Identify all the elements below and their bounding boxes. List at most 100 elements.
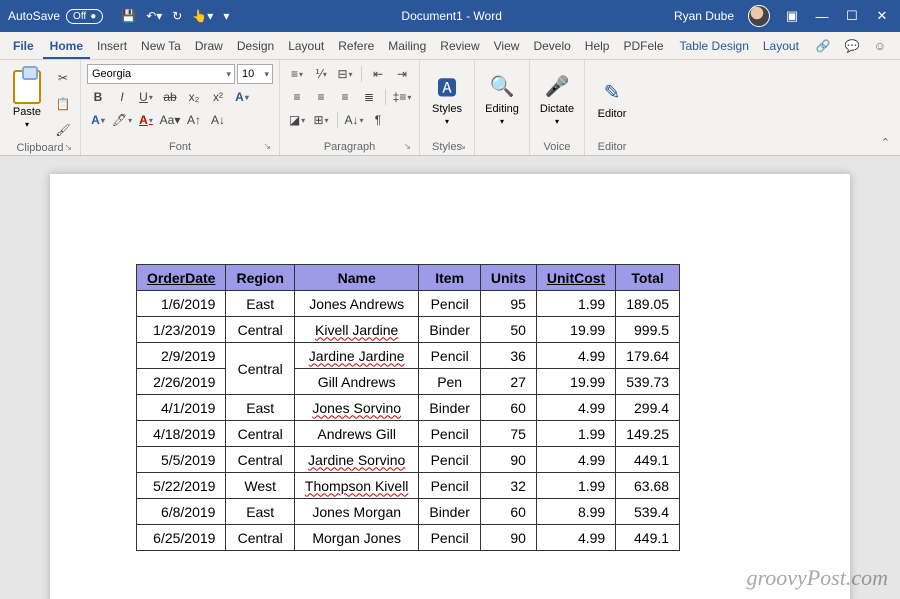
show-marks-icon[interactable]: ¶ bbox=[367, 110, 389, 130]
font-size-combo[interactable]: 10 bbox=[237, 64, 273, 84]
copy-icon[interactable]: 📋 bbox=[52, 94, 74, 114]
font-color-icon[interactable]: A bbox=[135, 110, 157, 130]
styles-icon: 🅰 bbox=[433, 73, 461, 101]
styles-button[interactable]: 🅰 Styles ▾ bbox=[426, 64, 468, 134]
strikethrough-button[interactable]: ab bbox=[159, 87, 181, 107]
minimize-icon[interactable]: — bbox=[814, 9, 830, 24]
smile-icon[interactable]: ☺ bbox=[874, 39, 886, 53]
table-header[interactable]: Name bbox=[294, 265, 419, 291]
group-editor: ✎ Editor Editor bbox=[585, 60, 639, 155]
tab-view[interactable]: View bbox=[487, 35, 527, 57]
table-header[interactable]: OrderDate bbox=[137, 265, 226, 291]
group-font: Georgia 10 B I U ab x₂ x² A A 🖊 A Aa▾ bbox=[81, 60, 280, 155]
font-name-combo[interactable]: Georgia bbox=[87, 64, 235, 84]
table-row[interactable]: 5/22/2019WestThompson KivellPencil321.99… bbox=[137, 473, 680, 499]
table-row[interactable]: 4/1/2019EastJones SorvinoBinder604.99299… bbox=[137, 395, 680, 421]
sort-icon[interactable]: A↓ bbox=[343, 110, 365, 130]
bold-button[interactable]: B bbox=[87, 87, 109, 107]
tab-layout[interactable]: Layout bbox=[281, 35, 331, 57]
editing-button[interactable]: 🔍 Editing ▾ bbox=[481, 64, 523, 134]
tab-tabledesign[interactable]: Table Design bbox=[673, 35, 756, 57]
maximize-icon[interactable]: ☐ bbox=[844, 8, 860, 24]
table-header[interactable]: Item bbox=[419, 265, 480, 291]
justify-icon[interactable]: ≣ bbox=[358, 87, 380, 107]
undo-icon[interactable]: ↶▾ bbox=[146, 9, 162, 23]
borders-icon[interactable]: ⊞ bbox=[310, 110, 332, 130]
highlight-icon[interactable]: 🖊 bbox=[111, 110, 133, 130]
paragraph-launcher-icon[interactable]: ↘ bbox=[403, 141, 411, 152]
clipboard-launcher-icon[interactable]: ↘ bbox=[64, 142, 72, 153]
collapse-ribbon-icon[interactable]: ⌃ bbox=[871, 130, 900, 155]
save-icon[interactable]: 💾 bbox=[121, 9, 136, 23]
table-row[interactable]: 2/26/2019Gill AndrewsPen2719.99539.73 bbox=[137, 369, 680, 395]
line-spacing-icon[interactable]: ‡≡ bbox=[391, 87, 413, 107]
text-effects-icon[interactable]: A bbox=[231, 87, 253, 107]
superscript-button[interactable]: x² bbox=[207, 87, 229, 107]
italic-button[interactable]: I bbox=[111, 87, 133, 107]
dictate-button[interactable]: 🎤 Dictate ▾ bbox=[536, 64, 578, 134]
clipboard-icon bbox=[13, 70, 41, 104]
shading-icon[interactable]: ◪ bbox=[286, 110, 308, 130]
tab-file[interactable]: File bbox=[6, 35, 41, 57]
group-editing: 🔍 Editing ▾ bbox=[475, 60, 530, 155]
align-center-icon[interactable]: ≡ bbox=[310, 87, 332, 107]
table-header-row: OrderDateRegionNameItemUnitsUnitCostTota… bbox=[137, 265, 680, 291]
page[interactable]: OrderDateRegionNameItemUnitsUnitCostTota… bbox=[50, 174, 850, 599]
paste-button[interactable]: Paste ▾ bbox=[6, 64, 48, 134]
tab-pdfele[interactable]: PDFele bbox=[616, 35, 670, 57]
touch-mode-icon[interactable]: 👆▾ bbox=[192, 9, 213, 23]
user-name[interactable]: Ryan Dube bbox=[674, 9, 734, 23]
tab-help[interactable]: Help bbox=[578, 35, 617, 57]
watermark: groovyPost.com bbox=[746, 565, 888, 591]
table-header[interactable]: Total bbox=[616, 265, 680, 291]
tab-draw[interactable]: Draw bbox=[188, 35, 230, 57]
font-launcher-icon[interactable]: ↘ bbox=[263, 141, 271, 152]
table-row[interactable]: 6/8/2019EastJones MorganBinder608.99539.… bbox=[137, 499, 680, 525]
table-header[interactable]: Region bbox=[226, 265, 294, 291]
redo-icon[interactable]: ↻ bbox=[172, 9, 182, 23]
align-left-icon[interactable]: ≡ bbox=[286, 87, 308, 107]
comments-icon[interactable]: 💬 bbox=[845, 39, 860, 53]
ribbon-display-icon[interactable]: ▣ bbox=[784, 8, 800, 24]
decrease-indent-icon[interactable]: ⇤ bbox=[367, 64, 389, 84]
tab-develo[interactable]: Develo bbox=[526, 35, 577, 57]
table-row[interactable]: 1/23/2019CentralKivell JardineBinder5019… bbox=[137, 317, 680, 343]
tab-home[interactable]: Home bbox=[43, 35, 90, 59]
tab-review[interactable]: Review bbox=[433, 35, 486, 57]
table-header[interactable]: Units bbox=[480, 265, 536, 291]
table-row[interactable]: 5/5/2019CentralJardine SorvinoPencil904.… bbox=[137, 447, 680, 473]
autosave-toggle[interactable]: Off● bbox=[66, 9, 103, 24]
tab-layout[interactable]: Layout bbox=[756, 35, 806, 57]
table-row[interactable]: 6/25/2019CentralMorgan JonesPencil904.99… bbox=[137, 525, 680, 551]
tab-mailing[interactable]: Mailing bbox=[381, 35, 433, 57]
microphone-icon: 🎤 bbox=[543, 73, 571, 101]
grow-font-icon[interactable]: A↑ bbox=[183, 110, 205, 130]
styles-launcher-icon[interactable]: ↘ bbox=[458, 141, 466, 152]
align-right-icon[interactable]: ≡ bbox=[334, 87, 356, 107]
table-header[interactable]: UnitCost bbox=[536, 265, 615, 291]
increase-indent-icon[interactable]: ⇥ bbox=[391, 64, 413, 84]
data-table[interactable]: OrderDateRegionNameItemUnitsUnitCostTota… bbox=[136, 264, 680, 551]
editor-button[interactable]: ✎ Editor bbox=[591, 64, 633, 134]
tab-insert[interactable]: Insert bbox=[90, 35, 134, 57]
underline-button[interactable]: U bbox=[135, 87, 157, 107]
font-color-a-icon[interactable]: A bbox=[87, 110, 109, 130]
tab-design[interactable]: Design bbox=[230, 35, 281, 57]
tab-newta[interactable]: New Ta bbox=[134, 35, 188, 57]
close-icon[interactable]: ✕ bbox=[874, 8, 890, 24]
cut-icon[interactable]: ✂ bbox=[52, 68, 74, 88]
avatar[interactable] bbox=[748, 5, 770, 27]
table-row[interactable]: 1/6/2019EastJones AndrewsPencil951.99189… bbox=[137, 291, 680, 317]
change-case-icon[interactable]: Aa▾ bbox=[159, 110, 181, 130]
format-painter-icon[interactable]: 🖌 bbox=[52, 120, 74, 140]
tab-refere[interactable]: Refere bbox=[331, 35, 381, 57]
shrink-font-icon[interactable]: A↓ bbox=[207, 110, 229, 130]
multilevel-icon[interactable]: ⊟ bbox=[334, 64, 356, 84]
table-row[interactable]: 4/18/2019CentralAndrews GillPencil751.99… bbox=[137, 421, 680, 447]
table-row[interactable]: 2/9/2019CentralJardine JardinePencil364.… bbox=[137, 343, 680, 369]
bullets-icon[interactable]: ≡ bbox=[286, 64, 308, 84]
subscript-button[interactable]: x₂ bbox=[183, 87, 205, 107]
group-styles: 🅰 Styles ▾ Styles↘ bbox=[420, 60, 475, 155]
share-icon[interactable]: 🔗 bbox=[816, 39, 831, 53]
numbering-icon[interactable]: ⅟ bbox=[310, 64, 332, 84]
